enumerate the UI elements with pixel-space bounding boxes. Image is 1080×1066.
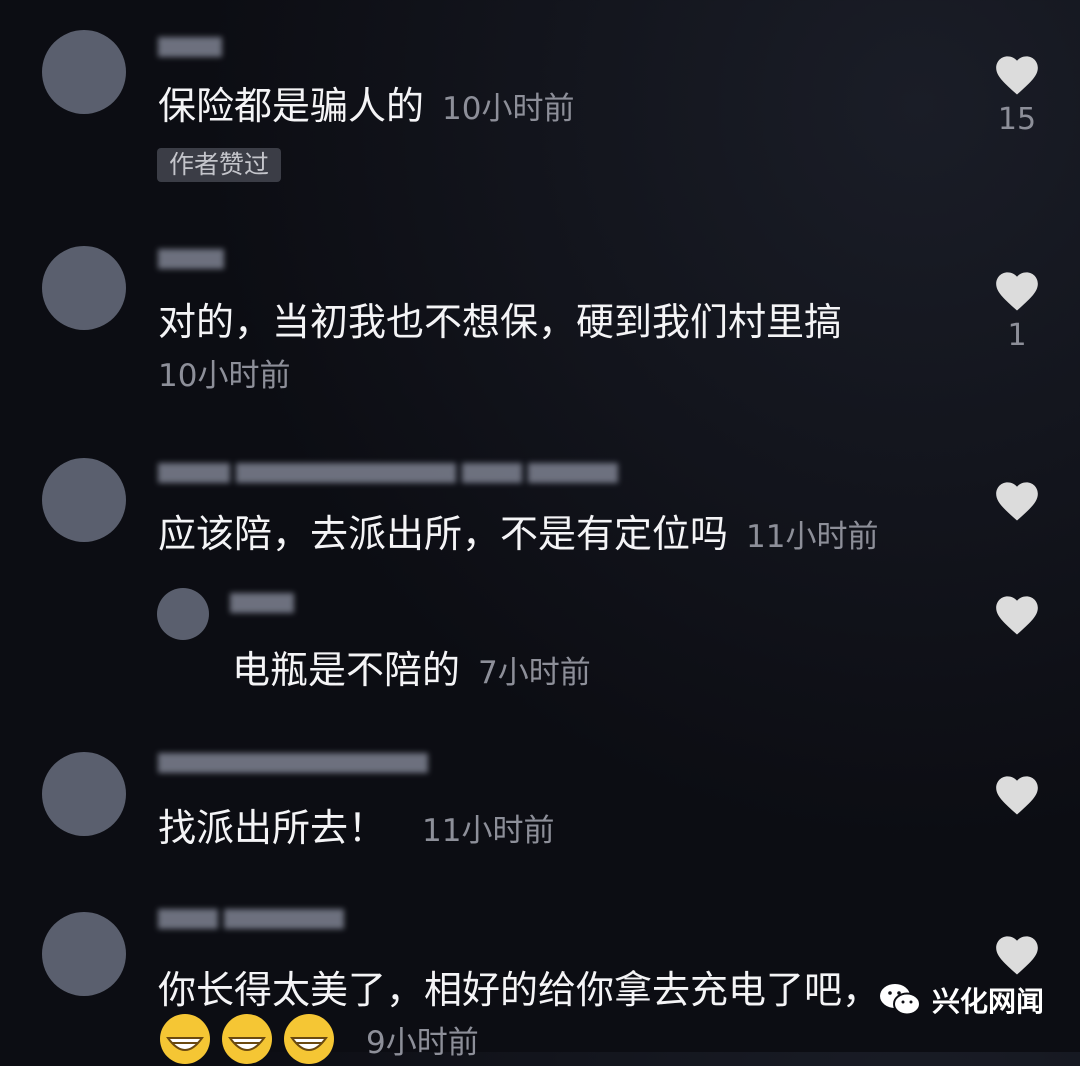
username-blurred[interactable] (230, 592, 300, 626)
heart-icon (996, 482, 1038, 521)
like-button[interactable] (992, 930, 1042, 976)
comment-time: 10小时前 (442, 91, 575, 127)
username-blurred[interactable] (158, 248, 230, 282)
heart-icon (996, 936, 1038, 975)
avatar[interactable] (42, 30, 126, 114)
comment-time: 11小时前 (746, 519, 879, 555)
comment-time: 7小时前 (478, 655, 591, 691)
comment-time: 9小时前 (366, 1024, 479, 1061)
like-button[interactable]: 1 (992, 266, 1042, 353)
like-button[interactable] (992, 770, 1042, 816)
comment-text: 保险都是骗人的 10小时前 (158, 84, 575, 128)
avatar[interactable] (42, 246, 126, 330)
username-blurred[interactable] (158, 462, 624, 496)
like-button[interactable]: 15 (992, 50, 1042, 137)
comment-text: 你长得太美了，相好的给你拿去充电了吧， (158, 968, 881, 1012)
author-liked-badge: 作者赞过 (157, 148, 282, 182)
avatar[interactable] (42, 912, 126, 996)
comment-text: 电瓶是不陪的 7小时前 (232, 648, 591, 692)
grinning-face-icon (284, 1014, 334, 1064)
username-blurred[interactable] (158, 752, 434, 786)
username-blurred[interactable] (158, 36, 228, 70)
heart-icon (996, 272, 1038, 311)
comment-text: 对的，当初我也不想保，硬到我们村里搞 (158, 300, 843, 344)
like-button[interactable] (992, 476, 1042, 522)
wechat-icon (879, 984, 921, 1016)
heart-icon (996, 596, 1038, 635)
emoji-row: 9小时前 (158, 1012, 479, 1066)
heart-icon (996, 56, 1038, 95)
avatar[interactable] (42, 458, 126, 542)
watermark: 兴化网闻 (878, 980, 1044, 1020)
username-blurred[interactable] (158, 908, 350, 942)
comment-time: 10小时前 (158, 358, 291, 394)
comment-text: 应该陪，去派出所，不是有定位吗 11小时前 (158, 512, 879, 556)
grinning-face-icon (222, 1014, 272, 1064)
like-count: 1 (1007, 318, 1027, 353)
grinning-face-icon (160, 1014, 210, 1064)
like-count: 15 (997, 102, 1037, 137)
watermark-text: 兴化网闻 (931, 985, 1044, 1018)
like-button[interactable] (992, 590, 1042, 636)
comment-time: 11小时前 (422, 813, 555, 849)
avatar[interactable] (157, 588, 209, 640)
heart-icon (996, 776, 1038, 815)
avatar[interactable] (42, 752, 126, 836)
comment-text: 找派出所去！ 11小时前 (158, 806, 555, 850)
